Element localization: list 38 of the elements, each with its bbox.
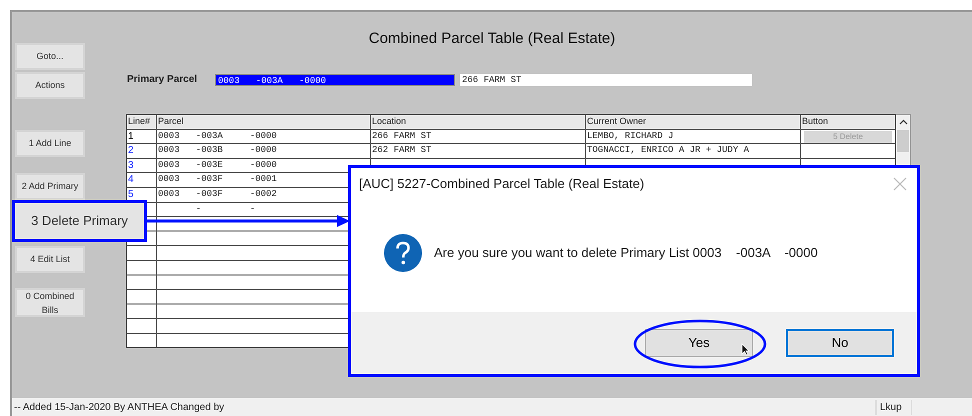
window-title: Combined Parcel Table (Real Estate): [368, 29, 616, 49]
dialog-button[interactable]: No: [786, 329, 894, 357]
line-number[interactable]: 2: [128, 145, 134, 156]
column-header: Line#: [127, 115, 157, 129]
side-button[interactable]: 1 Add Line: [15, 130, 85, 157]
side-button[interactable]: 0 Combined Bills: [15, 288, 85, 317]
table-cell: 0003 -003A -0000: [158, 130, 277, 141]
side-button[interactable]: 3 Delete Primary: [12, 200, 147, 242]
side-button[interactable]: 2 Add Primary: [15, 173, 85, 200]
status-text: Lkup: [876, 400, 912, 414]
side-button[interactable]: Goto...: [15, 43, 85, 70]
line-number[interactable]: 4: [128, 174, 134, 186]
field-label: Primary Parcel: [127, 73, 198, 87]
column-header: Current Owner: [586, 115, 801, 129]
dialog-title: [AUC] 5227-Combined Parcel Table (Real Estate): [359, 175, 644, 193]
table-cell: 262 FARM ST: [372, 145, 432, 156]
location-field[interactable]: 266 FARM ST: [460, 74, 752, 86]
line-number[interactable]: 5: [128, 188, 134, 200]
dialog-button[interactable]: Yes: [645, 329, 753, 357]
table-cell: 0003 -003F -0002: [158, 188, 277, 199]
column-header: Parcel: [157, 115, 371, 129]
side-button[interactable]: Actions: [15, 72, 85, 99]
table-cell: 0003 -003E -0000: [158, 160, 277, 170]
table-cell: 0003 -003B -0000: [158, 145, 277, 156]
table-cell: 266 FARM ST: [372, 130, 432, 141]
table-cell: 0003 -003F -0001: [158, 174, 277, 184]
line-number[interactable]: 3: [128, 160, 134, 171]
dialog-message: Are you sure you want to delete Primary List 0003 -003A -0000: [434, 244, 818, 262]
primary-parcel-field[interactable]: 0003 -003A -0000: [215, 74, 455, 86]
side-button[interactable]: 4 Edit List: [15, 246, 85, 273]
table-cell: TOGNACCI, ENRICO A JR + JUDY A: [587, 145, 750, 156]
line-number: 1: [128, 130, 134, 142]
table-cell: LEMBO, RICHARD J: [587, 130, 674, 141]
table-cell-text: - -: [194, 204, 256, 214]
column-header: Location: [371, 115, 586, 129]
column-header: Button: [801, 115, 830, 128]
delete-button: 5 Delete: [804, 130, 892, 143]
status-text: -- Added 15-Jan-2020 By ANTHEA Changed by: [12, 400, 876, 414]
